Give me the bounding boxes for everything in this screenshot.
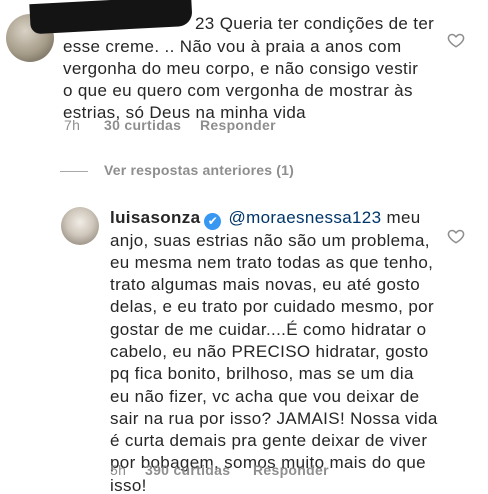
- comment-2-line: delas, e eu trato por cuidado mesmo, por: [110, 297, 434, 317]
- luisasonza-avatar[interactable]: [61, 207, 99, 245]
- comment-2-likes-label: 390 curtidas: [145, 462, 231, 478]
- comment-1-time: 7h: [64, 117, 81, 133]
- heart-outline-icon[interactable]: [447, 31, 465, 49]
- comment-2-line: trato algumas mais novas, eu até gosto: [110, 275, 421, 295]
- comment-2-line: sair na rua por isso? JAMAIS! Nossa vida: [110, 408, 438, 428]
- comment-1-reply-button[interactable]: Responder: [200, 117, 276, 133]
- comment-1-reply-label: Responder: [200, 117, 276, 133]
- comment-2-mention[interactable]: @moraesnessa123: [229, 208, 382, 227]
- comment-1-username-suffix[interactable]: 23: [195, 14, 215, 33]
- comment-1-line: vergonha do meu corpo, e não consigo ves…: [63, 58, 419, 78]
- comment-1-likes[interactable]: 30 curtidas: [104, 117, 181, 133]
- comment-2-line-0: meu: [381, 208, 421, 227]
- comment-2-line: cabelo, eu não PRECISO hidratar, gosto: [110, 341, 429, 361]
- comment-2-line: eu não fizer, vc acha que vou deixar de: [110, 386, 420, 406]
- comment-1-line: o que eu quero com vergonha de mostrar à…: [63, 81, 413, 101]
- comment-1-first-line: 23 Queria ter condições de ter: [195, 13, 434, 35]
- comment-2-line: gostar de me cuidar....É como hidratar o: [110, 319, 427, 339]
- comment-2-reply-label: Responder: [253, 462, 329, 478]
- comment-2-line: pq fica bonito, brilhoso, mas se um dia: [110, 364, 414, 384]
- comment-2-first-line: luisasonza ✔ @moraesnessa123 meu: [110, 207, 421, 230]
- comment-2-reply-button[interactable]: Responder: [253, 462, 329, 478]
- view-previous-replies-link[interactable]: Ver respostas anteriores (1): [104, 162, 294, 178]
- comment-1-line: esse creme. .. Não vou à praia a anos co…: [63, 36, 402, 56]
- comment-2-username[interactable]: luisasonza: [110, 208, 200, 227]
- comment-2-line: é curta demais pra gente deixar de viver: [110, 431, 428, 451]
- comment-1-body: esse creme. .. Não vou à praia a anos co…: [63, 36, 418, 125]
- comment-1-likes-label: 30 curtidas: [104, 117, 182, 133]
- heart-outline-icon[interactable]: [447, 227, 465, 245]
- verified-badge-icon: ✔: [204, 213, 222, 230]
- comment-2-line: anjo, suas estrias não são um problema,: [110, 230, 430, 250]
- redacted-username-overlay: [29, 0, 193, 35]
- comment-2-likes[interactable]: 390 curtidas: [145, 462, 230, 478]
- comment-2-line: eu mesma nem trato todas as que tenho,: [110, 252, 434, 272]
- comment-1-line-0: Queria ter condições de ter: [219, 14, 435, 33]
- comment-2-body: anjo, suas estrias não são um problema, …: [110, 230, 438, 494]
- comment-2-time: 5h: [110, 462, 127, 478]
- replies-divider: [60, 171, 88, 172]
